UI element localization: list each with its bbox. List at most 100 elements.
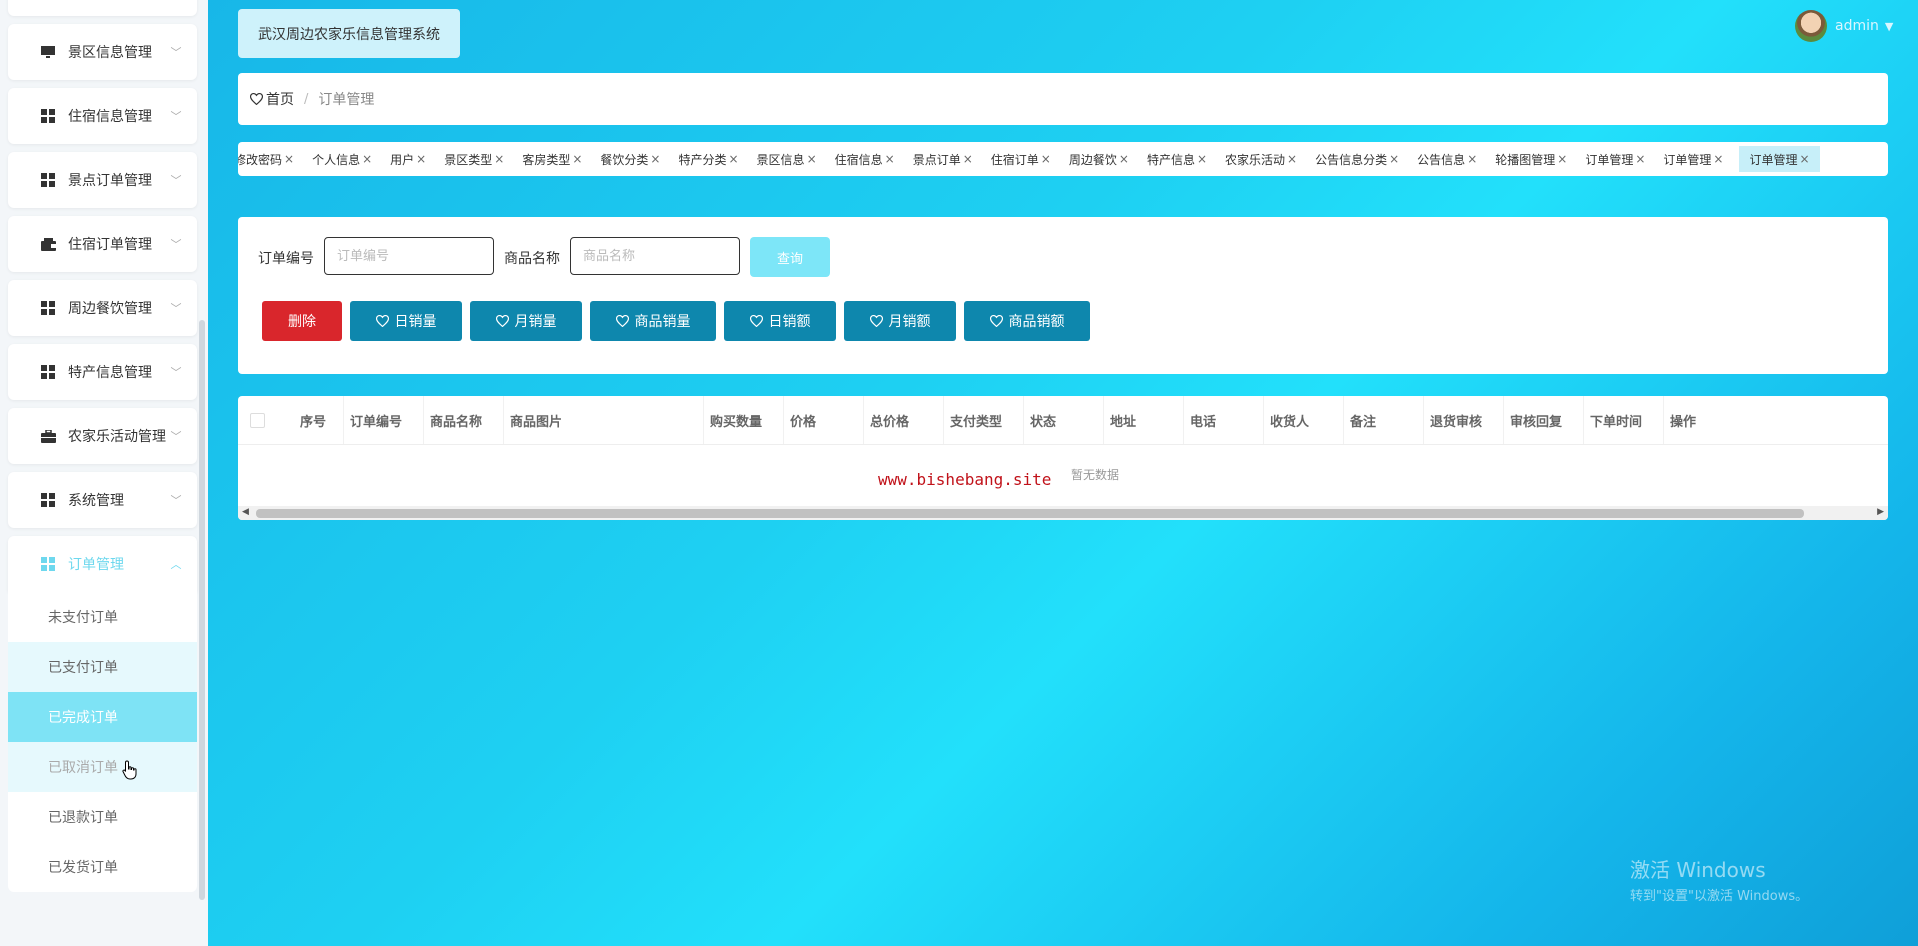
- column-header[interactable]: 状态: [1024, 396, 1104, 444]
- close-icon[interactable]: ×: [1557, 152, 1567, 166]
- tag-dining-category[interactable]: 餐饮分类 ×: [598, 146, 662, 172]
- close-icon[interactable]: ×: [1041, 152, 1051, 166]
- daily-sales-button[interactable]: 日销量: [350, 301, 462, 341]
- close-icon[interactable]: ×: [963, 152, 973, 166]
- close-icon[interactable]: ×: [1713, 152, 1723, 166]
- sidebar-item-label: 订单管理: [68, 557, 124, 573]
- sidebar-item-scenic-orders[interactable]: 景点订单管理 ﹀: [8, 152, 197, 208]
- close-icon[interactable]: ×: [885, 152, 895, 166]
- product-name-input[interactable]: [570, 237, 740, 275]
- select-all-checkbox[interactable]: [250, 413, 265, 428]
- user-menu[interactable]: admin ▼: [1795, 10, 1893, 42]
- sidebar-item-lodging-orders[interactable]: 住宿订单管理 ﹀: [8, 216, 197, 272]
- daily-revenue-button[interactable]: 日销额: [724, 301, 836, 341]
- column-header[interactable]: 审核回复: [1504, 396, 1584, 444]
- table-horizontal-scrollbar[interactable]: ◀ ▶: [238, 506, 1888, 520]
- scroll-left-icon[interactable]: ◀: [242, 507, 249, 517]
- breadcrumb-home[interactable]: 首页: [250, 89, 294, 109]
- sidebar-item-scenic-info[interactable]: 景区信息管理 ﹀: [8, 24, 197, 80]
- tag-room-type[interactable]: 客房类型 ×: [520, 146, 584, 172]
- submenu-completed-orders[interactable]: 已完成订单: [8, 692, 197, 742]
- monthly-sales-button[interactable]: 月销量: [470, 301, 582, 341]
- tag-scenic-type[interactable]: 景区类型 ×: [442, 146, 506, 172]
- scrollbar-thumb[interactable]: [256, 509, 1804, 518]
- close-icon[interactable]: ×: [650, 152, 660, 166]
- sidebar-item-lodging-info[interactable]: 住宿信息管理 ﹀: [8, 88, 197, 144]
- submenu-shipped-orders[interactable]: 已发货订单: [8, 842, 197, 892]
- column-header[interactable]: 价格: [784, 396, 864, 444]
- close-icon[interactable]: ×: [1800, 152, 1810, 166]
- close-icon[interactable]: ×: [1197, 152, 1207, 166]
- tag-scenic-orders[interactable]: 景点订单 ×: [911, 146, 975, 172]
- tag-notice-category[interactable]: 公告信息分类 ×: [1313, 146, 1401, 172]
- close-icon[interactable]: ×: [1635, 152, 1645, 166]
- close-icon[interactable]: ×: [1287, 152, 1297, 166]
- submenu-unpaid-orders[interactable]: 未支付订单: [8, 592, 197, 642]
- close-icon[interactable]: ×: [572, 152, 582, 166]
- close-icon[interactable]: ×: [1389, 152, 1399, 166]
- sidebar-item-specialty[interactable]: 特产信息管理 ﹀: [8, 344, 197, 400]
- monthly-revenue-button[interactable]: 月销额: [844, 301, 956, 341]
- tag-activities[interactable]: 农家乐活动 ×: [1223, 146, 1299, 172]
- delete-button[interactable]: 删除: [262, 301, 342, 341]
- tag-specialty-category[interactable]: 特产分类 ×: [676, 146, 740, 172]
- tag-label: 特产信息: [1146, 152, 1195, 167]
- column-header[interactable]: 收货人: [1264, 396, 1344, 444]
- tag-profile[interactable]: 个人信息 ×: [310, 146, 374, 172]
- submenu-refunded-orders[interactable]: 已退款订单: [8, 792, 197, 842]
- close-icon[interactable]: ×: [728, 152, 738, 166]
- scroll-right-icon[interactable]: ▶: [1877, 507, 1884, 517]
- tag-scenic-info[interactable]: 景区信息 ×: [755, 146, 819, 172]
- tag-lodging-info[interactable]: 住宿信息 ×: [833, 146, 897, 172]
- empty-table-text: 暂无数据: [1071, 468, 1120, 482]
- tag-carousel[interactable]: 轮播图管理 ×: [1493, 146, 1569, 172]
- tag-change-password[interactable]: 修改密码 ×: [238, 146, 296, 172]
- orders-table: 序号 订单编号 商品名称 商品图片 购买数量 价格 总价格 支付类型 状态 地址…: [238, 396, 1888, 520]
- close-icon[interactable]: ×: [284, 152, 294, 166]
- sidebar-item-dining[interactable]: 周边餐饮管理 ﹀: [8, 280, 197, 336]
- close-icon[interactable]: ×: [807, 152, 817, 166]
- tag-users[interactable]: 用户 ×: [388, 146, 428, 172]
- submenu-cancelled-orders[interactable]: 已取消订单: [8, 742, 197, 792]
- close-icon[interactable]: ×: [362, 152, 372, 166]
- column-header[interactable]: 商品名称: [424, 396, 504, 444]
- sidebar-scrollbar[interactable]: [199, 320, 205, 900]
- column-header[interactable]: 购买数量: [704, 396, 784, 444]
- product-revenue-button[interactable]: 商品销额: [964, 301, 1090, 341]
- close-icon[interactable]: ×: [416, 152, 426, 166]
- tag-lodging-orders[interactable]: 住宿订单 ×: [989, 146, 1053, 172]
- grid-icon: [40, 172, 56, 188]
- column-header[interactable]: 下单时间: [1584, 396, 1664, 444]
- tag-specialty-info[interactable]: 特产信息 ×: [1145, 146, 1209, 172]
- column-header[interactable]: 备注: [1344, 396, 1424, 444]
- submenu-paid-orders[interactable]: 已支付订单: [8, 642, 197, 692]
- column-header[interactable]: 支付类型: [944, 396, 1024, 444]
- column-header[interactable]: 序号: [294, 396, 344, 444]
- column-header[interactable]: 商品图片: [504, 396, 704, 444]
- column-header[interactable]: 订单编号: [344, 396, 424, 444]
- sidebar-item-top-partial[interactable]: [8, 0, 197, 16]
- tag-dining[interactable]: 周边餐饮 ×: [1067, 146, 1131, 172]
- tag-order-management-1[interactable]: 订单管理 ×: [1583, 146, 1647, 172]
- column-header[interactable]: 操作: [1664, 396, 1888, 444]
- query-button[interactable]: 查询: [750, 237, 830, 277]
- close-icon[interactable]: ×: [1467, 152, 1477, 166]
- tag-label: 景区信息: [756, 152, 805, 167]
- table-header: 序号 订单编号 商品名称 商品图片 购买数量 价格 总价格 支付类型 状态 地址…: [238, 396, 1888, 445]
- button-label: 月销额: [888, 314, 931, 330]
- close-icon[interactable]: ×: [494, 152, 504, 166]
- tag-order-management-2[interactable]: 订单管理 ×: [1661, 146, 1725, 172]
- product-sales-button[interactable]: 商品销量: [590, 301, 716, 341]
- sidebar-item-system[interactable]: 系统管理 ﹀: [8, 472, 197, 528]
- column-header[interactable]: 总价格: [864, 396, 944, 444]
- tag-order-management-active[interactable]: 订单管理 ×: [1739, 146, 1820, 172]
- grid-icon: [40, 556, 56, 572]
- column-header[interactable]: 地址: [1104, 396, 1184, 444]
- close-icon[interactable]: ×: [1119, 152, 1129, 166]
- column-header[interactable]: 退货审核: [1424, 396, 1504, 444]
- order-no-input[interactable]: [324, 237, 494, 275]
- sidebar-item-orders[interactable]: 订单管理 ︿: [8, 536, 197, 592]
- tag-notice-info[interactable]: 公告信息 ×: [1415, 146, 1479, 172]
- column-header[interactable]: 电话: [1184, 396, 1264, 444]
- sidebar-item-activities[interactable]: 农家乐活动管理 ﹀: [8, 408, 197, 464]
